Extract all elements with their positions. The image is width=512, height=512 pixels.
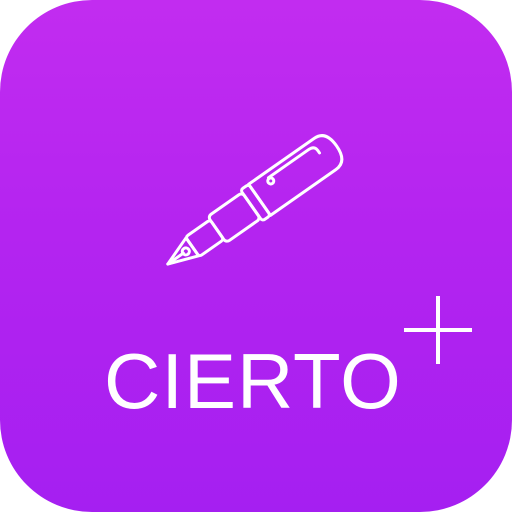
fountain-pen-icon — [166, 134, 344, 266]
app-icon-tile[interactable]: CIERTO — [0, 0, 512, 512]
plus-icon — [404, 296, 472, 364]
app-name-label: CIERTO — [104, 337, 402, 425]
